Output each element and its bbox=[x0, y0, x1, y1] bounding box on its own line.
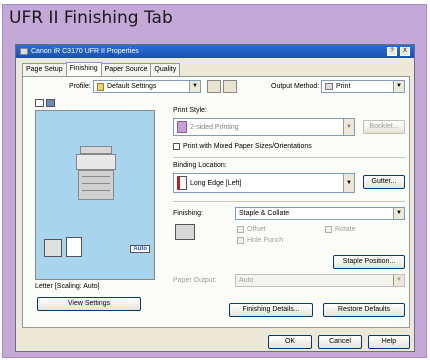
chevron-down-icon: ▼ bbox=[189, 81, 200, 92]
chevron-down-icon: ▼ bbox=[393, 275, 404, 286]
divider bbox=[173, 201, 405, 202]
binding-label: Binding Location: bbox=[173, 162, 227, 169]
print-style-select[interactable]: 2-sided Printing ▼ bbox=[173, 118, 355, 136]
hole-punch-checkbox[interactable]: Hole Punch bbox=[237, 237, 283, 244]
binding-select[interactable]: Long Edge [Left] ▼ bbox=[173, 173, 355, 193]
page-icon bbox=[66, 237, 82, 257]
tab-quality[interactable]: Quality bbox=[150, 63, 181, 77]
staple-collate-icon bbox=[175, 224, 195, 240]
offset-box bbox=[237, 226, 244, 233]
tab-finishing[interactable]: Finishing bbox=[65, 62, 102, 76]
tab-paper-source[interactable]: Paper Source bbox=[100, 63, 152, 77]
cancel-button[interactable]: Cancel bbox=[318, 335, 362, 349]
staple-position-button[interactable]: Staple Position... bbox=[333, 255, 405, 269]
paper-output-label: Paper Output: bbox=[173, 277, 217, 284]
gutter-button[interactable]: Gutter... bbox=[363, 175, 405, 189]
profile-label: Profile: bbox=[69, 83, 91, 90]
binding-edge-icon bbox=[177, 176, 187, 190]
output-method-value: Print bbox=[336, 83, 351, 90]
paper-output-value: Auto bbox=[239, 277, 254, 284]
finishing-details-button[interactable]: Finishing Details... bbox=[229, 303, 313, 317]
output-method-select[interactable]: Print ▼ bbox=[321, 80, 405, 93]
finishing-label: Finishing: bbox=[173, 210, 203, 217]
window-title: Canon iR C3170 UFR II Properties bbox=[31, 48, 139, 55]
profile-select[interactable]: Default Settings ▼ bbox=[93, 80, 201, 93]
caption-title: UFR II Finishing Tab bbox=[9, 8, 173, 28]
stack-icon bbox=[44, 239, 62, 257]
chevron-down-icon: ▼ bbox=[343, 174, 354, 192]
close-icon[interactable]: X bbox=[400, 47, 410, 56]
divider bbox=[173, 157, 405, 158]
rotate-checkbox[interactable]: Rotate bbox=[325, 226, 356, 233]
mixed-sizes-label: Print with Mixed Paper Sizes/Orientation… bbox=[183, 143, 312, 150]
finishing-panel: Profile: Default Settings ▼ Output Metho… bbox=[22, 76, 410, 328]
binding-value: Long Edge [Left] bbox=[190, 179, 242, 187]
rotate-box bbox=[325, 226, 332, 233]
ok-button[interactable]: OK bbox=[268, 335, 312, 349]
print-style-value: 2-sided Printing bbox=[190, 123, 239, 131]
chevron-down-icon: ▼ bbox=[343, 119, 354, 135]
chevron-down-icon: ▼ bbox=[393, 208, 404, 219]
duplex-icon bbox=[177, 121, 187, 133]
help-title-button[interactable]: ? bbox=[387, 47, 398, 56]
profile-add-icon[interactable] bbox=[207, 80, 221, 93]
output-method-label: Output Method: bbox=[271, 83, 320, 90]
mixed-sizes-box bbox=[173, 143, 180, 150]
view-settings-button[interactable]: View Settings bbox=[37, 297, 141, 311]
offset-checkbox[interactable]: Offset bbox=[237, 226, 266, 233]
help-button[interactable]: Help bbox=[368, 335, 410, 349]
printer-icon bbox=[20, 48, 28, 55]
preview-pane: Auto bbox=[35, 110, 155, 280]
profile-value: Default Settings bbox=[107, 83, 157, 90]
profile-icon bbox=[97, 82, 104, 91]
chevron-down-icon: ▼ bbox=[393, 81, 404, 92]
rotate-label: Rotate bbox=[335, 226, 356, 233]
print-style-label: Print Style: bbox=[173, 107, 207, 114]
printer-view-icon[interactable] bbox=[46, 99, 55, 107]
properties-window: Canon iR C3170 UFR II Properties ? X Pag… bbox=[15, 44, 415, 352]
hole-punch-box bbox=[237, 237, 244, 244]
finishing-select[interactable]: Staple & Collate ▼ bbox=[235, 207, 405, 220]
printer-image bbox=[74, 146, 118, 202]
booklet-button[interactable]: Booklet... bbox=[363, 120, 405, 134]
auto-badge: Auto bbox=[130, 245, 150, 253]
mixed-sizes-checkbox[interactable]: Print with Mixed Paper Sizes/Orientation… bbox=[173, 143, 312, 150]
title-bar: Canon iR C3170 UFR II Properties ? X bbox=[16, 45, 414, 58]
tab-page-setup[interactable]: Page Setup bbox=[22, 63, 67, 77]
paper-output-select[interactable]: Auto ▼ bbox=[235, 274, 405, 287]
offset-label: Offset bbox=[247, 226, 266, 233]
layout-icon[interactable] bbox=[35, 99, 44, 107]
restore-defaults-button[interactable]: Restore Defaults bbox=[323, 303, 405, 317]
hole-punch-label: Hole Punch bbox=[247, 237, 284, 244]
print-icon bbox=[325, 83, 333, 90]
profile-edit-icon[interactable] bbox=[223, 80, 237, 93]
finishing-value: Staple & Collate bbox=[239, 210, 290, 217]
preview-status: Letter [Scaling: Auto] bbox=[35, 283, 100, 290]
tab-strip: Page Setup Finishing Paper Source Qualit… bbox=[22, 62, 181, 77]
